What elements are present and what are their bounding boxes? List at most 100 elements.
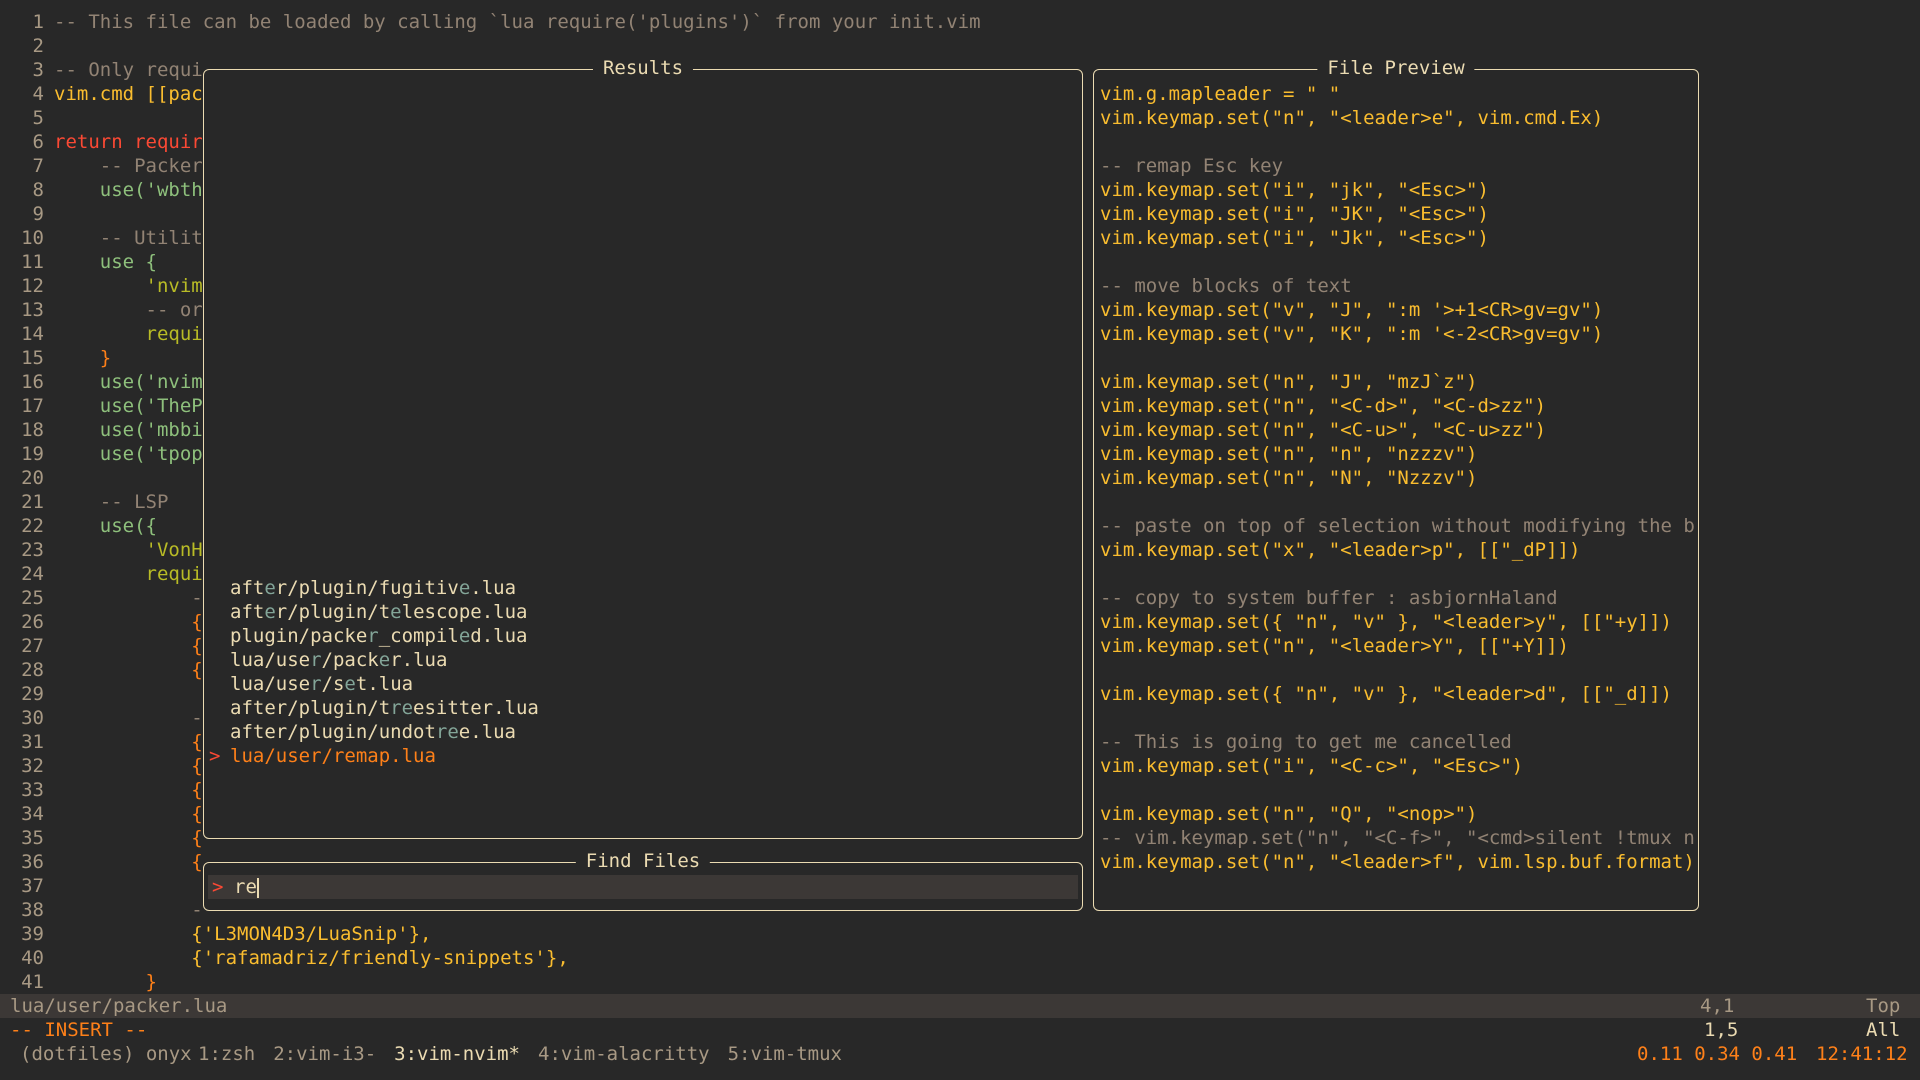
line-number: 27 xyxy=(21,635,44,657)
buffer-line: 41 } xyxy=(0,970,1920,994)
preview-line: vim.keymap.set("n", "<C-u>", "<C-u>zz") xyxy=(1100,418,1694,442)
line-number: 22 xyxy=(21,515,44,537)
result-text: d.lua xyxy=(470,625,528,647)
result-item[interactable]: lua/user/set.lua xyxy=(230,672,413,696)
preview-line xyxy=(1100,778,1694,802)
find-files-input[interactable]: > re xyxy=(208,875,1078,899)
tmux-window-3[interactable]: 3:vim-nvim* xyxy=(394,1042,520,1066)
tmux-statusbar: (dotfiles) onyx 1:zsh 2:vim-i3- 3:vim-nvim… xyxy=(0,1042,1920,1066)
preview-line: vim.keymap.set("n", "N", "Nzzzv") xyxy=(1100,466,1694,490)
tmux-clock: 12:41:12 xyxy=(1816,1043,1908,1065)
preview-line-text: vim.keymap.set("n", "N", "Nzzzv") xyxy=(1100,467,1478,489)
file-preview-panel: File Preview vim.g.mapleader = " " vim.ke… xyxy=(1093,56,1699,911)
results-title: Results xyxy=(592,56,694,80)
line-text: -- This file can be loaded by calling `l… xyxy=(54,11,981,33)
preview-line-text: vim.keymap.set("v", "J", ":m '>+1<CR>gv=… xyxy=(1100,299,1604,321)
line-number: 36 xyxy=(21,851,44,873)
line-number: 30 xyxy=(21,707,44,729)
line-number: 3 xyxy=(32,59,44,81)
match-highlight: e xyxy=(390,601,402,623)
line-number: 8 xyxy=(32,179,44,201)
result-item[interactable]: lua/user/packer.lua xyxy=(230,648,447,672)
line-number: 11 xyxy=(21,251,44,273)
line-number: 35 xyxy=(21,827,44,849)
line-text: { xyxy=(54,755,203,777)
line-number: 34 xyxy=(21,803,44,825)
line-text: } xyxy=(54,971,157,993)
result-item[interactable]: after/plugin/treesitter.lua xyxy=(230,696,539,720)
line-number: 39 xyxy=(21,923,44,945)
line-text: vim.cmd [[pac xyxy=(54,83,203,105)
result-text: lescope.lua xyxy=(401,601,528,623)
preview-line: -- vim.keymap.set("n", "<C-f>", "<cmd>si… xyxy=(1100,826,1694,850)
tmux-window-1[interactable]: 1:zsh xyxy=(198,1042,255,1066)
tmux-window-4[interactable]: 4:vim-alacritty xyxy=(538,1042,710,1066)
line-number: 12 xyxy=(21,275,44,297)
match-highlight: re xyxy=(435,721,459,743)
result-item-selected[interactable]: lua/user/remap.lua xyxy=(230,744,436,768)
buffer-line: 1 -- This file can be loaded by calling `… xyxy=(0,10,1920,34)
line-text: { xyxy=(54,611,203,633)
result-text: map.lua xyxy=(355,745,436,767)
line-text: -- LSP xyxy=(54,491,169,513)
line-number: 6 xyxy=(32,131,44,153)
preview-line-text: vim.g.mapleader = " " xyxy=(1100,83,1341,105)
line-text: { xyxy=(54,635,203,657)
result-text: aft xyxy=(230,577,265,599)
buffer-line: 39 {'L3MON4D3/LuaSnip'}, xyxy=(0,922,1920,946)
result-text: /s xyxy=(321,673,345,695)
tmux-window-2[interactable]: 2:vim-i3- xyxy=(273,1042,376,1066)
preview-line-text: vim.keymap.set("x", "<leader>p", [["_dP]… xyxy=(1100,539,1581,561)
preview-line-text: vim.keymap.set("n", "J", "mzJ`z") xyxy=(1100,371,1478,393)
preview-line-text: vim.keymap.set("n", "n", "nzzzv") xyxy=(1100,443,1478,465)
line-number: 33 xyxy=(21,779,44,801)
tmux-window-5[interactable]: 5:vim-tmux xyxy=(728,1042,842,1066)
preview-line: -- This is going to get me cancelled xyxy=(1100,730,1694,754)
preview-line: vim.keymap.set("x", "<leader>p", [["_dP]… xyxy=(1100,538,1694,562)
result-text: after/plugin/t xyxy=(230,697,391,719)
preview-line: vim.keymap.set("n", "n", "nzzzv") xyxy=(1100,442,1694,466)
vim-modeline: -- INSERT -- 1,5 All xyxy=(0,1018,1920,1042)
line-number: 4 xyxy=(32,83,44,105)
file-preview-title: File Preview xyxy=(1317,56,1475,80)
preview-line-text: -- remap Esc key xyxy=(1100,155,1284,177)
preview-line: vim.keymap.set({ "n", "v" }, "<leader>d"… xyxy=(1100,682,1694,706)
status-position: 4,1 xyxy=(1700,995,1735,1017)
line-text: use { xyxy=(54,251,157,273)
line-number: 40 xyxy=(21,947,44,969)
result-item[interactable]: plugin/packer_compiled.lua xyxy=(230,624,527,648)
line-number: 32 xyxy=(21,755,44,777)
preview-line: vim.keymap.set("v", "K", ":m '<-2<CR>gv=… xyxy=(1100,322,1694,346)
preview-line xyxy=(1100,250,1694,274)
buffer-line: 40 {'rafamadriz/friendly-snippets'}, xyxy=(0,946,1920,970)
line-number: 29 xyxy=(21,683,44,705)
result-item[interactable]: after/plugin/telescope.lua xyxy=(230,600,527,624)
line-text: - xyxy=(54,707,203,729)
preview-line-text: vim.keymap.set("n", "<C-d>", "<C-d>zz") xyxy=(1100,395,1547,417)
text-cursor xyxy=(256,877,259,898)
line-number: 20 xyxy=(21,467,44,489)
preview-line: vim.keymap.set("n", "<C-d>", "<C-d>zz") xyxy=(1100,394,1694,418)
line-text: use('tpop xyxy=(54,443,203,465)
line-text: - xyxy=(54,587,203,609)
line-number: 28 xyxy=(21,659,44,681)
line-number: 41 xyxy=(21,971,44,993)
line-number: 9 xyxy=(32,203,44,225)
preview-line: -- move blocks of text xyxy=(1100,274,1694,298)
find-files-panel: Find Files > re xyxy=(203,849,1083,911)
preview-line: -- copy to system buffer : asbjornHaland xyxy=(1100,586,1694,610)
match-highlight: e xyxy=(458,625,471,647)
result-item[interactable]: after/plugin/undotree.lua xyxy=(230,720,516,744)
result-text: lua/use xyxy=(230,673,311,695)
line-text: requi xyxy=(54,323,203,345)
preview-line-text: -- This is going to get me cancelled xyxy=(1100,731,1512,753)
result-item[interactable]: after/plugin/fugitive.lua xyxy=(230,576,516,600)
file-preview-content: vim.g.mapleader = " " vim.keymap.set("n",… xyxy=(1100,82,1694,874)
line-text: 'VonH xyxy=(54,539,203,561)
result-text: _compil xyxy=(378,625,459,647)
result-text: t.lua xyxy=(355,673,414,695)
line-number: 23 xyxy=(21,539,44,561)
preview-line: vim.keymap.set("i", "<C-c>", "<Esc>") xyxy=(1100,754,1694,778)
preview-line-text: vim.keymap.set({ "n", "v" }, "<leader>y"… xyxy=(1100,611,1672,633)
match-highlight: e xyxy=(458,577,471,599)
